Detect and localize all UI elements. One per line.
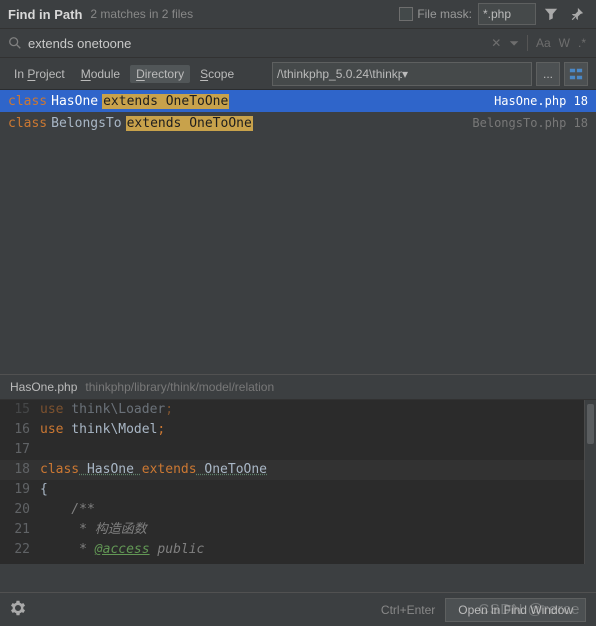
history-icon[interactable]: ⏷ — [509, 36, 519, 51]
preview-path: thinkphp/library/think/model/relation — [85, 380, 274, 394]
dialog-header: Find in Path 2 matches in 2 files File m… — [0, 0, 596, 28]
result-highlight: extends OneToOne — [102, 94, 229, 109]
scope-in-project[interactable]: In Project — [8, 65, 71, 83]
result-classname: BelongsTo — [51, 116, 121, 131]
result-file: HasOne.php 18 — [494, 94, 588, 108]
regex-toggle[interactable]: .* — [578, 36, 586, 50]
gear-icon[interactable] — [10, 600, 26, 619]
file-mask-checkbox[interactable] — [399, 7, 413, 21]
divider — [527, 35, 528, 51]
line-number: 20 — [0, 500, 40, 520]
line-number: 15 — [0, 400, 40, 420]
results-list: class HasOne extends OneToOne HasOne.php… — [0, 90, 596, 374]
directory-path-text: /\thinkphp_5.0.24\thinkphp\library\think — [277, 67, 402, 81]
open-find-window-button[interactable]: Open in Find Window — [445, 598, 586, 622]
line-number: 16 — [0, 420, 40, 440]
results-empty-area — [0, 134, 596, 374]
dialog-footer: Ctrl+Enter Open in Find Window — [0, 592, 596, 626]
result-keyword: class — [8, 116, 47, 131]
recursive-button[interactable] — [564, 62, 588, 86]
search-icon — [6, 36, 24, 50]
line-number: 21 — [0, 520, 40, 540]
code-preview[interactable]: 15 use think\Loader; 16 use think\Model;… — [0, 400, 596, 564]
chevron-down-icon: ▾ — [402, 67, 527, 81]
file-mask-input[interactable] — [478, 3, 536, 25]
line-number: 22 — [0, 540, 40, 560]
clear-icon[interactable]: ✕ — [491, 36, 501, 50]
result-row[interactable]: class HasOne extends OneToOne HasOne.php… — [0, 90, 596, 112]
words-toggle[interactable]: W — [559, 36, 570, 50]
search-input[interactable] — [24, 36, 487, 51]
preview-header: HasOne.php thinkphp/library/think/model/… — [0, 374, 596, 400]
scrollbar[interactable] — [584, 400, 596, 564]
result-classname: HasOne — [51, 94, 98, 109]
result-keyword: class — [8, 94, 47, 109]
line-number: 18 — [0, 460, 40, 480]
scope-module[interactable]: Module — [75, 65, 126, 83]
line-number: 19 — [0, 480, 40, 500]
result-row[interactable]: class BelongsTo extends OneToOne Belongs… — [0, 112, 596, 134]
browse-button[interactable]: ... — [536, 62, 560, 86]
match-case-toggle[interactable]: Aa — [536, 36, 551, 50]
pin-icon[interactable] — [566, 3, 588, 25]
scope-directory[interactable]: Directory — [130, 65, 190, 83]
preview-filename: HasOne.php — [10, 380, 77, 394]
dialog-title: Find in Path — [8, 7, 82, 22]
line-number: 17 — [0, 440, 40, 460]
scope-row: In Project Module Directory Scope /\thin… — [0, 58, 596, 90]
file-mask-label: File mask: — [417, 7, 472, 21]
search-row: ✕ ⏷ Aa W .* — [0, 28, 596, 58]
match-count: 2 matches in 2 files — [90, 7, 193, 21]
filter-icon[interactable] — [540, 3, 562, 25]
shortcut-hint: Ctrl+Enter — [381, 603, 435, 617]
result-highlight: extends OneToOne — [126, 116, 253, 131]
result-file: BelongsTo.php 18 — [472, 116, 588, 130]
directory-path-select[interactable]: /\thinkphp_5.0.24\thinkphp\library\think… — [272, 62, 532, 86]
scope-scope[interactable]: Scope — [194, 65, 240, 83]
scrollbar-thumb[interactable] — [587, 404, 594, 444]
